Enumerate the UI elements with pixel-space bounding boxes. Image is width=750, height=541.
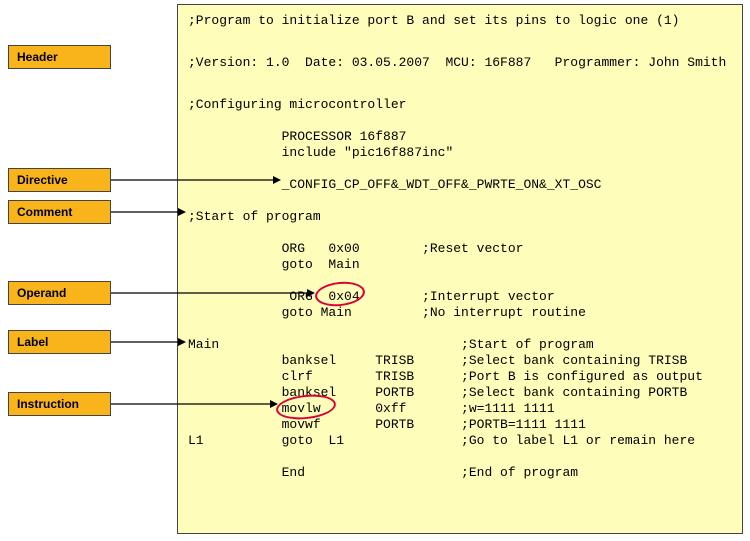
code-line: ORG 0x00 ;Reset vector [188, 241, 523, 256]
code-line: End ;End of program [188, 465, 578, 480]
label-directive: Directive [8, 168, 111, 192]
code-line: goto Main [188, 257, 360, 272]
code-line: ;Start of program [188, 209, 321, 224]
code-line: movwf PORTB ;PORTB=1111 1111 [188, 417, 586, 432]
code-line: ;Program to initialize port B and set it… [188, 13, 679, 28]
code-line: PROCESSOR 16f887 [188, 129, 406, 144]
label-instruction: Instruction [8, 392, 111, 416]
label-label: Label [8, 330, 111, 354]
label-header: Header [8, 45, 111, 69]
label-comment: Comment [8, 200, 111, 224]
code-line: include "pic16f887inc" [188, 145, 453, 160]
label-operand: Operand [8, 281, 111, 305]
code-line: Main ;Start of program [188, 337, 594, 352]
code-line: goto Main ;No interrupt routine [188, 305, 586, 320]
code-line: ;Configuring microcontroller [188, 97, 406, 112]
code-line: banksel TRISB ;Select bank containing TR… [188, 353, 687, 368]
code-line: clrf TRISB ;Port B is configured as outp… [188, 369, 703, 384]
code-line: ;Version: 1.0 Date: 03.05.2007 MCU: 16F8… [188, 55, 726, 70]
code-line: L1 goto L1 ;Go to label L1 or remain her… [188, 433, 695, 448]
code-panel: ;Program to initialize port B and set it… [177, 4, 743, 534]
